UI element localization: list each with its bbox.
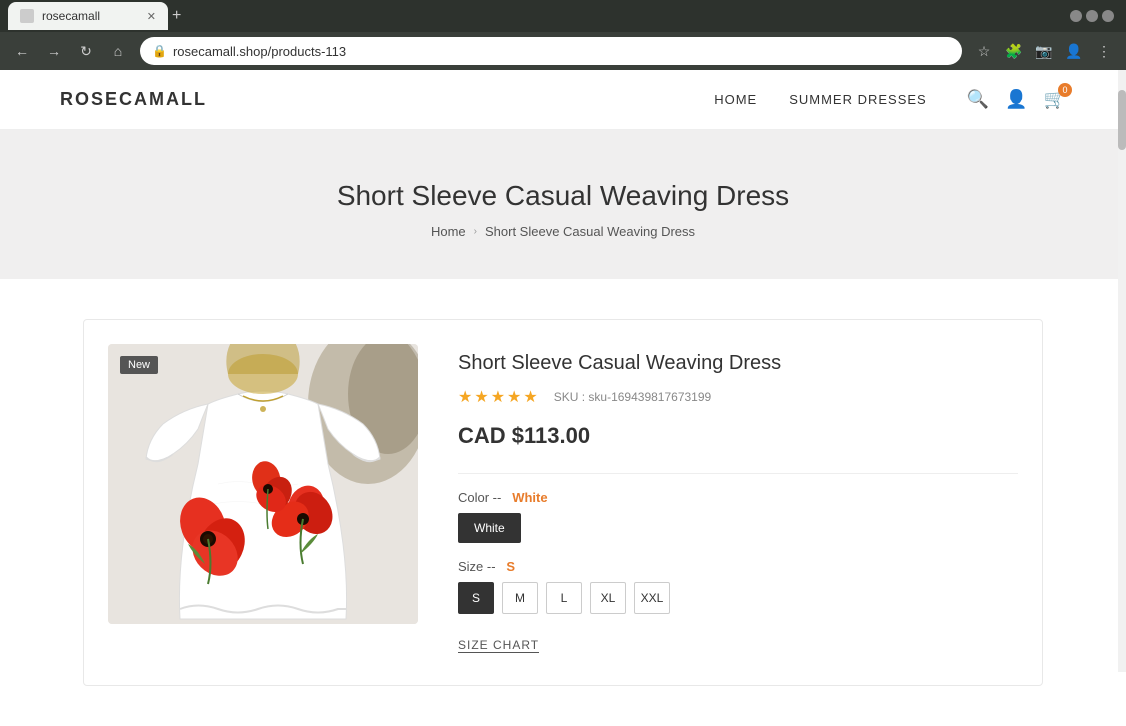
site-logo[interactable]: ROSECAMALL (60, 89, 207, 110)
hero-title: Short Sleeve Casual Weaving Dress (20, 180, 1106, 212)
size-selected-value: S (506, 559, 515, 574)
color-selected-value: White (512, 490, 547, 505)
product-meta: ★ ★ ★ ★ ★ SKU : sku-169439817673199 (458, 387, 1018, 407)
star-1: ★ (458, 387, 472, 407)
forward-button[interactable]: → (40, 37, 68, 65)
sku-text: SKU : sku-169439817673199 (554, 390, 711, 404)
menu-icon[interactable]: ⋮ (1090, 37, 1118, 65)
breadcrumb-current: Short Sleeve Casual Weaving Dress (485, 224, 695, 239)
home-button[interactable]: ⌂ (104, 37, 132, 65)
product-stars: ★ ★ ★ ★ ★ (458, 387, 538, 407)
back-button[interactable]: ← (8, 37, 36, 65)
nav-item-home[interactable]: HOME (714, 92, 757, 107)
size-chart-link[interactable]: SIZE CHART (458, 638, 539, 653)
breadcrumb-separator: › (474, 226, 477, 237)
tab-close-button[interactable]: ✕ (147, 10, 156, 23)
screenshot-icon[interactable]: 📷 (1030, 37, 1058, 65)
site-nav: HOME SUMMER DRESSES (714, 92, 927, 107)
product-image (108, 344, 418, 624)
browser-right-icons: ☆ 🧩 📷 👤 ⋮ (970, 37, 1118, 65)
breadcrumb-home[interactable]: Home (431, 224, 466, 239)
lock-icon: 🔒 (152, 44, 167, 58)
color-option-row: Color -- White White (458, 490, 1018, 543)
size-button-xl[interactable]: XL (590, 582, 626, 614)
color-options: White (458, 513, 1018, 543)
reload-button[interactable]: ↻ (72, 37, 100, 65)
new-badge: New (120, 356, 158, 374)
main-content: New (63, 279, 1063, 726)
star-4: ★ (507, 387, 521, 407)
nav-item-summer-dresses[interactable]: SUMMER DRESSES (789, 92, 927, 107)
profile-icon[interactable]: 👤 (1060, 37, 1088, 65)
address-bar[interactable]: 🔒 rosecamall.shop/products-113 (140, 37, 962, 65)
star-2: ★ (474, 387, 488, 407)
product-layout: New (83, 319, 1043, 686)
size-label: Size -- S (458, 559, 1018, 574)
new-tab-button[interactable]: + (172, 7, 181, 25)
product-details: Short Sleeve Casual Weaving Dress ★ ★ ★ … (458, 344, 1018, 661)
scrollbar-thumb[interactable] (1118, 90, 1126, 150)
size-button-s[interactable]: S (458, 582, 494, 614)
size-button-l[interactable]: L (546, 582, 582, 614)
close-button[interactable] (1102, 10, 1114, 22)
tab-favicon (20, 9, 34, 23)
site-header-icons: 🔍 👤 🛒 0 (967, 89, 1066, 110)
url-text: rosecamall.shop/products-113 (173, 44, 346, 59)
size-button-m[interactable]: M (502, 582, 538, 614)
minimize-button[interactable] (1070, 10, 1082, 22)
color-label: Color -- White (458, 490, 1018, 505)
browser-tab-active[interactable]: rosecamall ✕ (8, 2, 168, 30)
size-options: S M L XL XXL (458, 582, 1018, 614)
cart-icon[interactable]: 🛒 0 (1044, 89, 1066, 110)
scrollbar[interactable] (1118, 70, 1126, 672)
extensions-icon[interactable]: 🧩 (1000, 37, 1028, 65)
browser-controls: ← → ↻ ⌂ 🔒 rosecamall.shop/products-113 ☆… (0, 32, 1126, 70)
product-image-svg (108, 344, 418, 624)
search-icon[interactable]: 🔍 (967, 89, 989, 110)
product-title: Short Sleeve Casual Weaving Dress (458, 352, 1018, 375)
star-5: ★ (523, 387, 537, 407)
browser-chrome: rosecamall ✕ + ← → ↻ ⌂ 🔒 rosecamall.shop… (0, 0, 1126, 70)
breadcrumb: Home › Short Sleeve Casual Weaving Dress (20, 224, 1106, 239)
size-button-xxl[interactable]: XXL (634, 582, 670, 614)
tab-title: rosecamall (42, 9, 100, 23)
color-button-white[interactable]: White (458, 513, 521, 543)
product-price: CAD $113.00 (458, 423, 1018, 449)
bookmark-icon[interactable]: ☆ (970, 37, 998, 65)
account-icon[interactable]: 👤 (1005, 89, 1027, 110)
maximize-button[interactable] (1086, 10, 1098, 22)
site-header: ROSECAMALL HOME SUMMER DRESSES 🔍 👤 🛒 0 (0, 70, 1126, 130)
product-image-area: New (108, 344, 418, 661)
size-option-row: Size -- S S M L XL XXL (458, 559, 1018, 614)
divider-1 (458, 473, 1018, 474)
hero-banner: Short Sleeve Casual Weaving Dress Home ›… (0, 130, 1126, 279)
star-3: ★ (491, 387, 505, 407)
browser-tabs: rosecamall ✕ + (0, 0, 1126, 32)
cart-badge: 0 (1058, 83, 1072, 97)
